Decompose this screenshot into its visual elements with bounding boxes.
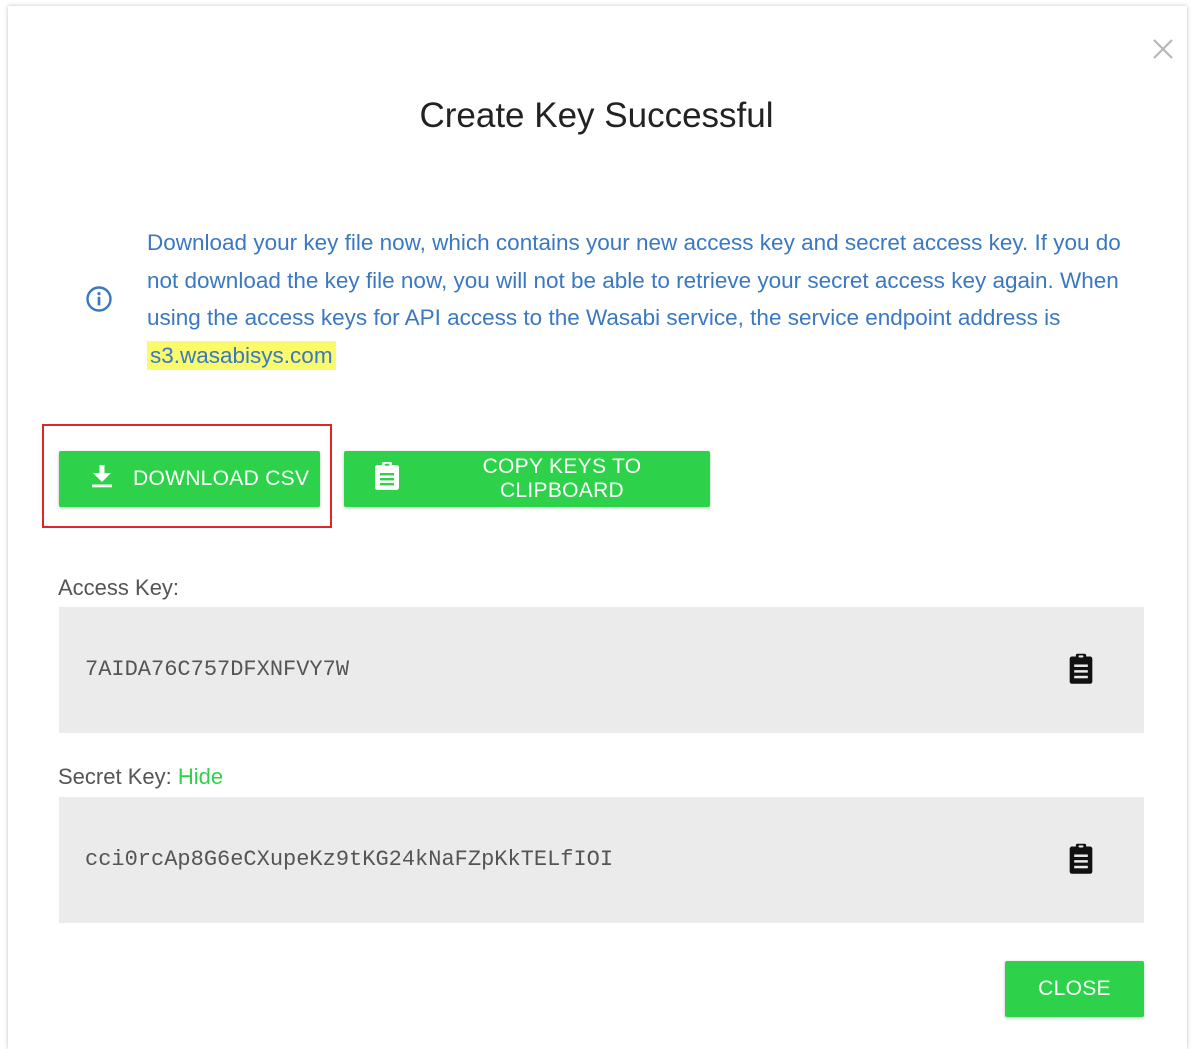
hide-secret-link[interactable]: Hide <box>178 764 223 789</box>
access-key-label: Access Key: <box>58 575 180 600</box>
close-button[interactable]: CLOSE <box>1005 961 1144 1017</box>
endpoint-address: s3.wasabisys.com <box>147 340 336 370</box>
copy-secret-key-icon[interactable] <box>1064 842 1098 876</box>
info-message: Download your key file now, which contai… <box>147 224 1137 374</box>
access-key-value[interactable]: 7AIDA76C757DFXNFVY7W <box>85 657 349 682</box>
info-icon <box>84 284 114 314</box>
copy-keys-button[interactable]: COPY KEYS TO CLIPBOARD <box>344 451 710 507</box>
download-csv-button[interactable]: DOWNLOAD CSV <box>59 451 320 507</box>
copy-keys-label: COPY KEYS TO CLIPBOARD <box>482 455 642 502</box>
secret-key-value[interactable]: cci0rcAp8G6eCXupeKz9tKG24kNaFZpKkTELfIOI <box>85 847 613 872</box>
download-icon <box>91 464 113 494</box>
secret-key-box: cci0rcAp8G6eCXupeKz9tKG24kNaFZpKkTELfIOI <box>59 797 1144 923</box>
copy-access-key-icon[interactable] <box>1064 652 1098 686</box>
clipboard-icon <box>374 461 400 497</box>
close-x-icon[interactable] <box>1150 36 1176 62</box>
dialog-title: Create Key Successful <box>419 96 774 135</box>
secret-key-label-text: Secret Key: <box>58 764 172 789</box>
secret-key-label: Secret Key: Hide <box>58 764 223 790</box>
access-key-box: 7AIDA76C757DFXNFVY7W <box>59 607 1144 733</box>
download-csv-label: DOWNLOAD CSV <box>133 467 310 490</box>
info-message-text: Download your key file now, which contai… <box>147 230 1121 330</box>
